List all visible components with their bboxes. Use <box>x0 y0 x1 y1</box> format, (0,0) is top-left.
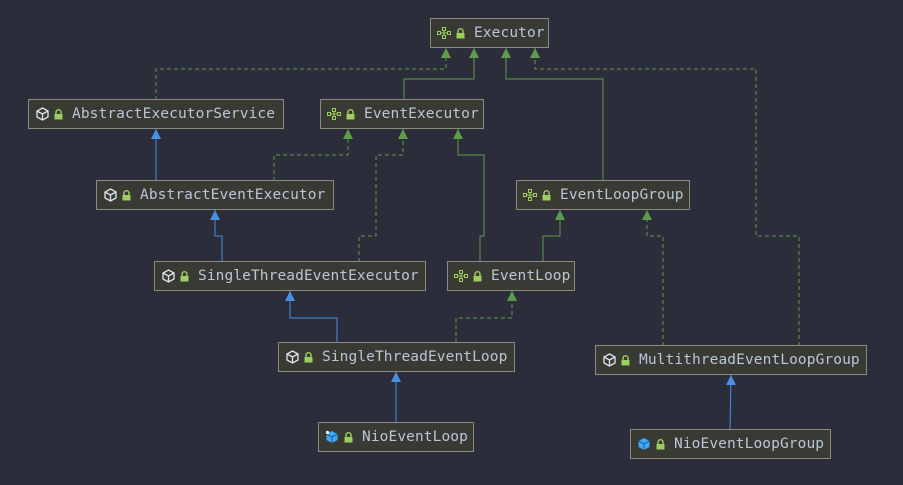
lock-icon <box>120 188 132 202</box>
edge-nio-event-loop-group-to-multithread-event-loop-group <box>726 374 736 431</box>
abstract-class-icon <box>284 349 300 365</box>
node-single-thread-event-loop[interactable]: SingleThreadEventLoop <box>278 342 515 372</box>
lock-icon <box>52 107 64 121</box>
node-nio-event-loop[interactable]: NioEventLoop <box>318 422 474 452</box>
node-label: AbstractEventExecutor <box>140 187 326 203</box>
node-label: AbstractExecutorService <box>72 106 276 122</box>
edge-event-loop-to-event-executor <box>453 129 485 262</box>
edge-event-executor-to-executor <box>403 48 479 100</box>
lock-icon <box>540 188 552 202</box>
interface-icon <box>436 25 452 41</box>
edge-abstract-executor-service-to-executor <box>155 48 451 100</box>
node-label: SingleThreadEventLoop <box>322 349 508 365</box>
edge-abstract-event-executor-to-event-executor <box>273 129 353 181</box>
class-diagram: Executor AbstractExecutorService EventEx… <box>0 0 903 485</box>
node-event-loop[interactable]: EventLoop <box>447 261 575 291</box>
node-event-loop-group[interactable]: EventLoopGroup <box>516 180 690 210</box>
lock-icon <box>654 437 666 451</box>
abstract-class-icon <box>601 352 617 368</box>
edge-multithread-event-loop-group-to-event-loop-group <box>642 210 664 346</box>
lock-icon <box>471 269 483 283</box>
abstract-class-icon <box>160 268 176 284</box>
node-label: Executor <box>474 25 545 41</box>
abstract-class-icon <box>34 106 50 122</box>
lock-icon <box>344 107 356 121</box>
node-single-thread-event-executor[interactable]: SingleThreadEventExecutor <box>154 261 426 291</box>
node-label: EventLoop <box>491 268 571 284</box>
lock-icon <box>342 430 354 444</box>
interface-icon <box>326 106 342 122</box>
edge-single-thread-event-executor-to-event-executor <box>358 129 408 262</box>
edge-single-thread-event-executor-to-abstract-event-executor <box>210 210 223 262</box>
abstract-class-icon <box>102 187 118 203</box>
interface-icon <box>453 268 469 284</box>
node-label: MultithreadEventLoopGroup <box>639 352 860 368</box>
node-label: SingleThreadEventExecutor <box>198 268 419 284</box>
node-nio-event-loop-group[interactable]: NioEventLoopGroup <box>630 429 831 459</box>
edge-single-thread-event-loop-to-event-loop <box>455 291 517 343</box>
node-event-executor[interactable]: EventExecutor <box>320 99 484 129</box>
node-label: NioEventLoop <box>362 429 468 445</box>
edge-event-loop-group-to-executor <box>501 48 604 181</box>
interface-icon <box>522 187 538 203</box>
node-executor[interactable]: Executor <box>430 18 549 48</box>
node-abstract-executor-service[interactable]: AbstractExecutorService <box>28 99 284 129</box>
edge-single-thread-event-loop-to-single-thread-event-executor <box>285 291 338 343</box>
node-label: NioEventLoopGroup <box>674 436 825 452</box>
lock-icon <box>619 353 631 367</box>
node-abstract-event-executor[interactable]: AbstractEventExecutor <box>96 180 334 210</box>
edge-layer <box>151 48 800 431</box>
node-label: EventLoopGroup <box>560 187 684 203</box>
lock-icon <box>302 350 314 364</box>
node-label: EventExecutor <box>364 106 479 122</box>
edge-event-loop-to-event-loop-group <box>542 210 565 262</box>
lock-icon <box>178 269 190 283</box>
class-icon <box>324 429 340 445</box>
lock-icon <box>454 26 466 40</box>
node-multithread-event-loop-group[interactable]: MultithreadEventLoopGroup <box>595 345 867 375</box>
class-icon <box>636 436 652 452</box>
